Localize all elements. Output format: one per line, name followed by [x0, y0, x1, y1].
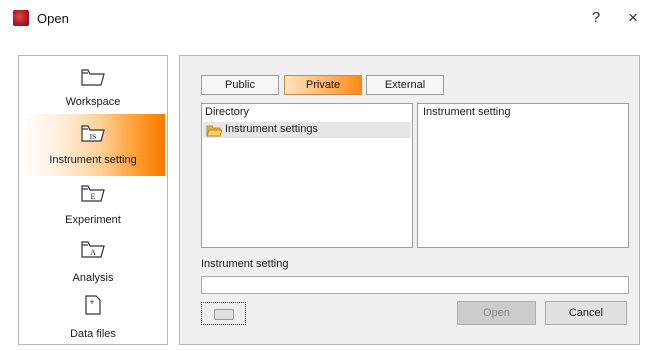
- eraser-button[interactable]: [201, 302, 246, 325]
- window-title: Open: [37, 11, 69, 26]
- name-field-label: Instrument setting: [201, 258, 289, 270]
- file-plus-icon: +: [85, 295, 101, 315]
- nav-item-label: Workspace: [65, 96, 121, 108]
- open-button[interactable]: Open: [457, 301, 536, 325]
- directory-header: Directory: [205, 106, 250, 118]
- left-nav: Workspace IS Instrument setting E Experi…: [18, 55, 168, 345]
- svg-text:A: A: [90, 248, 96, 257]
- nav-item-data-files[interactable]: + Data files: [21, 288, 165, 342]
- list-item-label: Instrument settings: [225, 123, 318, 135]
- app-logo-icon: [13, 10, 29, 26]
- folder-e-icon: E: [81, 185, 105, 202]
- tab-external[interactable]: External: [366, 75, 444, 95]
- help-button[interactable]: ?: [584, 9, 608, 31]
- nav-item-label: Data files: [70, 328, 116, 340]
- nav-item-analysis[interactable]: A Analysis: [21, 232, 165, 288]
- folder-open-icon: [206, 125, 222, 137]
- folder-a-icon: A: [81, 241, 105, 258]
- folder-icon: [81, 69, 105, 86]
- folder-is-icon: IS: [81, 125, 105, 142]
- svg-text:+: +: [89, 297, 94, 307]
- nav-item-label: Analysis: [72, 272, 114, 284]
- list-item[interactable]: Instrument settings: [203, 122, 411, 138]
- nav-item-experiment[interactable]: E Experiment: [21, 176, 165, 232]
- nav-item-label: Experiment: [65, 214, 121, 226]
- eraser-icon: [214, 309, 234, 320]
- cancel-button[interactable]: Cancel: [545, 301, 627, 325]
- nav-item-instrument-setting[interactable]: IS Instrument setting: [21, 114, 165, 176]
- close-button[interactable]: ×: [622, 8, 644, 30]
- setting-list-header: Instrument setting: [423, 106, 511, 118]
- tab-public[interactable]: Public: [201, 75, 279, 95]
- svg-text:E: E: [91, 192, 96, 201]
- name-input[interactable]: [201, 276, 629, 294]
- setting-list[interactable]: Instrument setting: [417, 103, 629, 248]
- directory-list[interactable]: Directory Instrument settings: [201, 103, 413, 248]
- nav-item-label: Instrument setting: [49, 154, 137, 166]
- svg-text:IS: IS: [90, 132, 97, 141]
- nav-item-workspace[interactable]: Workspace: [21, 58, 165, 114]
- tab-private[interactable]: Private: [284, 75, 362, 95]
- title-bar: Open ? ×: [0, 0, 647, 38]
